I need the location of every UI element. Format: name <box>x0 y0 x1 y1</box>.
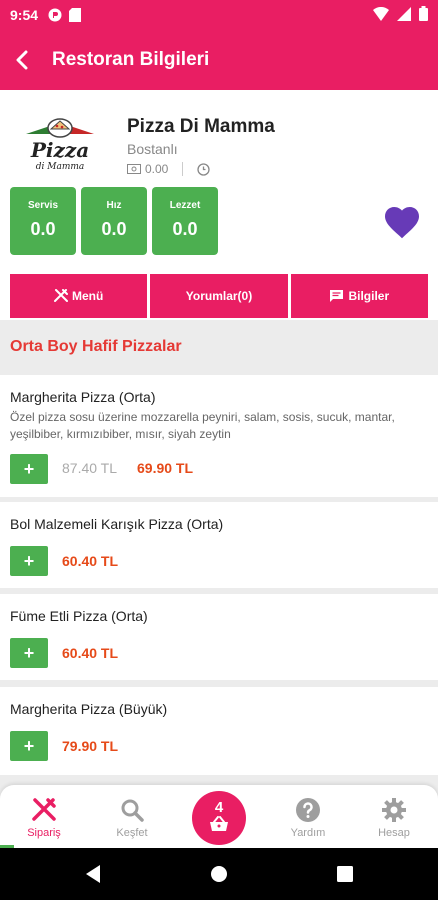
min-order-value: 0.00 <box>145 162 169 176</box>
score-value: 0.0 <box>101 219 127 239</box>
nav-discover-label: Keşfet <box>116 827 148 839</box>
add-to-cart-button[interactable]: + <box>10 638 48 668</box>
sd-card-icon <box>68 8 82 22</box>
item-name: Bol Malzemeli Karışık Pizza (Orta) <box>10 516 224 532</box>
restaurant-meta: 0.00 <box>127 162 211 176</box>
back-button[interactable] <box>0 30 44 90</box>
meta-divider <box>182 162 184 176</box>
score-taste: Lezzet 0.0 <box>152 187 218 255</box>
score-value: 0.0 <box>30 219 56 239</box>
nav-discover[interactable]: Keşfet <box>92 785 172 848</box>
tab-menu-label: Menü <box>71 289 104 303</box>
logo-subtext: di Mamma <box>35 162 85 172</box>
menu-item[interactable]: Margherita Pizza (Büyük) + 79.90 TL <box>0 687 438 775</box>
category-title: Orta Boy Hafif Pizzalar <box>10 338 182 355</box>
item-price: 60.40 TL <box>62 645 119 661</box>
add-to-cart-button[interactable]: + <box>10 454 48 484</box>
utensils-icon <box>32 798 56 821</box>
tab-reviews[interactable]: Yorumlar(0) <box>150 274 288 318</box>
system-recents-icon[interactable] <box>337 866 353 882</box>
restaurant-header: Pizza di Mamma Pizza Di Mamma Bostanlı 0… <box>0 90 438 320</box>
wifi-icon <box>373 6 389 24</box>
score-value: 0.0 <box>172 219 198 239</box>
favorite-heart-icon[interactable] <box>383 205 421 239</box>
tab-info-label: Bilgiler <box>348 289 390 303</box>
status-time: 9:54 <box>10 7 39 23</box>
item-price: 60.40 TL <box>62 553 119 569</box>
score-service: Servis 0.0 <box>10 187 76 255</box>
app-bar: Restoran Bilgileri <box>0 30 438 90</box>
comment-icon <box>330 290 344 302</box>
menu-item[interactable]: Bol Malzemeli Karışık Pizza (Orta) + 60.… <box>0 502 438 588</box>
menu-item[interactable]: Füme Etli Pizza (Orta) + 60.40 TL <box>0 594 438 680</box>
bottom-navigation: Sipariş Keşfet 4 Yardım Hesap <box>0 785 438 848</box>
nav-order[interactable]: Sipariş <box>4 785 84 848</box>
nav-order-label: Sipariş <box>27 827 61 839</box>
item-name: Füme Etli Pizza (Orta) <box>10 608 148 624</box>
nav-help[interactable]: Yardım <box>268 785 348 848</box>
gear-icon <box>382 798 406 822</box>
item-description: Özel pizza sosu üzerine mozzarella peyni… <box>10 410 395 441</box>
item-old-price: 87.40 TL <box>62 460 118 476</box>
page-title: Restoran Bilgileri <box>52 49 210 70</box>
nav-account[interactable]: Hesap <box>354 785 434 848</box>
tab-menu[interactable]: Menü <box>10 274 148 318</box>
cart-count: 4 <box>214 799 224 816</box>
tab-info[interactable]: Bilgiler <box>290 274 428 318</box>
status-bar: 9:54 <box>0 0 438 30</box>
restaurant-logo: Pizza di Mamma <box>20 110 100 180</box>
add-to-cart-button[interactable]: + <box>10 546 48 576</box>
clock-icon <box>197 162 211 176</box>
basket-icon <box>210 816 228 831</box>
arrow-back-icon <box>16 50 28 70</box>
restaurant-location: Bostanlı <box>127 141 178 157</box>
nav-account-label: Hesap <box>378 827 410 839</box>
item-name: Margherita Pizza (Orta) <box>10 389 156 405</box>
score-speed: Hız 0.0 <box>81 187 147 255</box>
score-label: Lezzet <box>169 200 201 211</box>
help-icon <box>296 798 320 822</box>
cash-icon <box>127 164 141 174</box>
menu-item[interactable]: Margherita Pizza (Orta) Özel pizza sosu … <box>0 375 438 497</box>
system-home-icon[interactable] <box>210 865 228 883</box>
score-label: Hız <box>106 200 122 211</box>
system-navigation-bar <box>0 848 438 900</box>
restaurant-tabs: Menü Yorumlar(0) Bilgiler <box>10 274 428 318</box>
add-to-cart-button[interactable]: + <box>10 731 48 761</box>
item-price: 79.90 TL <box>62 738 119 754</box>
app-notification-icon <box>48 8 62 22</box>
utensils-icon <box>53 289 68 302</box>
signal-icon <box>397 6 411 24</box>
score-label: Servis <box>27 200 59 211</box>
item-name: Margherita Pizza (Büyük) <box>10 701 168 717</box>
item-price: 69.90 TL <box>137 460 194 476</box>
tab-reviews-label: Yorumlar(0) <box>185 289 253 303</box>
battery-icon <box>419 6 428 24</box>
system-back-icon[interactable] <box>84 864 102 884</box>
logo-text: Pizza <box>30 138 90 162</box>
cart-button[interactable]: 4 <box>192 791 246 845</box>
search-icon <box>121 799 144 822</box>
restaurant-name: Pizza Di Mamma <box>127 116 275 137</box>
nav-help-label: Yardım <box>290 827 326 839</box>
